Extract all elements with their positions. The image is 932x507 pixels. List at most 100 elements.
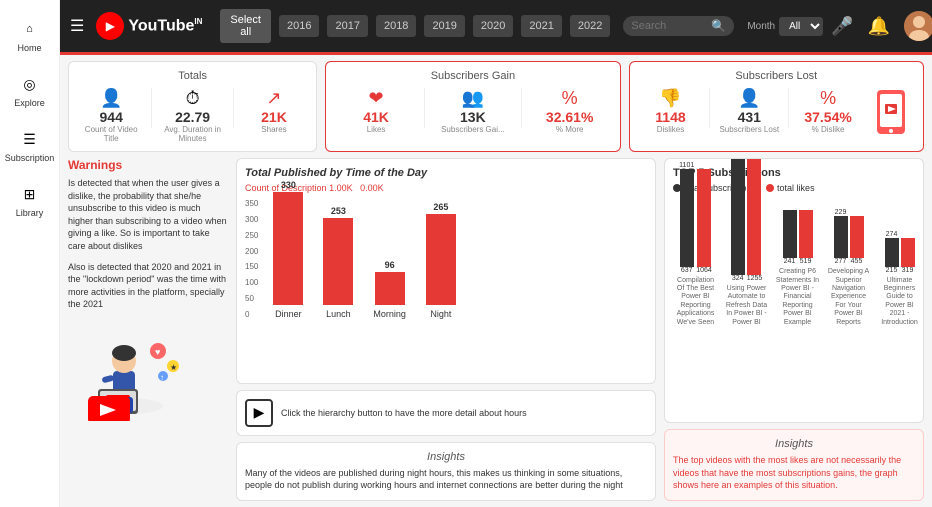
subs-gained-metric: 👥 13K Subscribers Gai... bbox=[431, 88, 515, 134]
sidebar: ⌂ Home ◎ Explore ☰ Subscription ⊞ Librar… bbox=[0, 0, 60, 507]
bar-group-night: 265 Night bbox=[426, 202, 456, 319]
divider6 bbox=[788, 88, 789, 128]
top5-bars-4: 274 215 319 bbox=[885, 231, 915, 274]
bar-Morning bbox=[375, 272, 405, 305]
divider4 bbox=[521, 88, 522, 128]
home-icon: ⌂ bbox=[19, 18, 41, 40]
hamburger-menu[interactable]: ☰ bbox=[70, 16, 84, 36]
avg-duration-metric: ⏱ 22.79 Avg. Duration in Minutes bbox=[158, 88, 226, 143]
sidebar-item-home[interactable]: ⌂ Home bbox=[0, 8, 59, 63]
bottom-row: Warnings Is detected that when the user … bbox=[68, 158, 924, 501]
likes-metric: ❤ 41K Likes bbox=[334, 88, 418, 134]
top5-red-3 bbox=[850, 216, 864, 258]
top5-label-3: Developing A Superior Navigation Experie… bbox=[826, 268, 871, 327]
top5-black-3 bbox=[834, 216, 848, 258]
top5-red-0 bbox=[697, 169, 711, 267]
subs-lost-metric: 👤 431 Subscribers Lost bbox=[716, 88, 782, 134]
yt-phone-decoration bbox=[867, 88, 915, 139]
shares-value: 21K bbox=[261, 109, 287, 125]
bar-value-Night: 265 bbox=[433, 202, 448, 212]
year-2018-button[interactable]: 2018 bbox=[376, 15, 416, 37]
top5-bars-1: 324 1170 1255 bbox=[731, 158, 763, 282]
bar-label-Dinner: Dinner bbox=[275, 309, 302, 319]
year-2021-button[interactable]: 2021 bbox=[521, 15, 561, 37]
bell-icon[interactable]: 🔔 bbox=[868, 16, 890, 37]
top-cards-row: Totals 👤 944 Count of Video Title ⏱ 22.7… bbox=[68, 61, 924, 152]
year-2022-button[interactable]: 2022 bbox=[570, 15, 610, 37]
year-2016-button[interactable]: 2016 bbox=[279, 15, 319, 37]
top5-black-2 bbox=[783, 210, 797, 258]
top5-bar-group-4: 274 215 319 Ultimate Beginners Guide to … bbox=[877, 231, 922, 327]
likes-label: Likes bbox=[367, 125, 386, 134]
right-insights-title: Insights bbox=[673, 438, 915, 450]
year-2019-button[interactable]: 2019 bbox=[424, 15, 464, 37]
dislike-pct-label: % Dislike bbox=[812, 125, 845, 134]
microphone-icon[interactable]: 🎤 bbox=[831, 16, 853, 37]
sidebar-item-explore[interactable]: ◎ Explore bbox=[0, 63, 59, 118]
library-icon: ⊞ bbox=[19, 183, 41, 205]
sidebar-item-library[interactable]: ⊞ Library bbox=[0, 173, 59, 228]
top5-red-4 bbox=[901, 238, 915, 267]
center-panels: Total Published by Time of the Day Count… bbox=[236, 158, 656, 501]
top5-black-1 bbox=[731, 159, 745, 275]
percent-icon: % bbox=[562, 88, 578, 109]
sidebar-label-home: Home bbox=[17, 43, 41, 53]
legend-label-likes: total likes bbox=[777, 183, 815, 193]
top5-bars-2: 241 519 bbox=[783, 210, 813, 265]
video-count-label: Count of Video Title bbox=[77, 125, 145, 143]
bottom-insights-card: Insights Many of the videos are publishe… bbox=[236, 442, 656, 501]
bar-label-Night: Night bbox=[430, 309, 451, 319]
bar-Dinner bbox=[273, 192, 303, 305]
bar-chart: 330 Dinner 253 Lunch 96 Morning 265 Nigh… bbox=[263, 199, 466, 319]
svg-text:♥: ♥ bbox=[155, 347, 160, 357]
legend-likes: total likes bbox=[766, 183, 815, 193]
bar-Night bbox=[426, 214, 456, 305]
sidebar-label-subscription: Subscription bbox=[5, 153, 55, 163]
month-select[interactable]: All bbox=[779, 17, 823, 36]
bar-Lunch bbox=[323, 218, 353, 305]
search-input[interactable] bbox=[631, 20, 711, 32]
sidebar-label-library: Library bbox=[16, 208, 44, 218]
top5-bar-group-0: 1101 637 1064 Compilation Of The Best Po… bbox=[673, 162, 718, 327]
sidebar-item-subscription[interactable]: ☰ Subscription bbox=[0, 118, 59, 173]
top5-bar-group-3: 229 277 455 Developing A Superior Naviga… bbox=[826, 209, 871, 327]
right-insights-text: The top videos with the most likes are n… bbox=[673, 454, 915, 492]
header-icons: 🎤 🔔 bbox=[831, 11, 932, 41]
year-2020-button[interactable]: 2020 bbox=[473, 15, 513, 37]
divider2 bbox=[233, 88, 234, 128]
warnings-panel: Warnings Is detected that when the user … bbox=[68, 158, 228, 501]
main-content: ☰ ▶ YouTubeIN Select all 2016 2017 2018 … bbox=[60, 0, 932, 507]
avatar[interactable] bbox=[904, 11, 932, 41]
video-info-text: Click the hierarchy button to have the m… bbox=[281, 407, 527, 420]
play-icon: ▶ bbox=[254, 404, 265, 421]
divider1 bbox=[151, 88, 152, 128]
subscription-icon: ☰ bbox=[19, 128, 41, 150]
year-2017-button[interactable]: 2017 bbox=[327, 15, 367, 37]
search-area[interactable]: 🔍 bbox=[623, 16, 734, 36]
video-count-value: 944 bbox=[100, 109, 123, 125]
logo-area: ▶ YouTubeIN bbox=[96, 12, 202, 40]
svg-text:★: ★ bbox=[170, 363, 177, 372]
shares-label: Shares bbox=[261, 125, 286, 134]
svg-text:↑: ↑ bbox=[160, 373, 164, 382]
user-plus-icon: 👥 bbox=[462, 88, 484, 109]
shares-metric: ↗ 21K Shares bbox=[240, 88, 308, 134]
avg-duration-label: Avg. Duration in Minutes bbox=[158, 125, 226, 143]
select-all-button[interactable]: Select all bbox=[220, 9, 271, 43]
video-count-metric: 👤 944 Count of Video Title bbox=[77, 88, 145, 143]
user-minus-icon: 👤 bbox=[738, 88, 760, 109]
divider3 bbox=[424, 88, 425, 128]
girl-illustration: ♥ ★ ↑ bbox=[68, 321, 228, 424]
top5-black-0 bbox=[680, 169, 694, 267]
search-icon: 🔍 bbox=[711, 19, 726, 33]
subs-lost-title: Subscribers Lost bbox=[638, 70, 915, 82]
top5-label-2: Creating P6 Statements In Power BI - Fin… bbox=[775, 268, 820, 327]
top5-label-1: Using Power Automate to Refresh Data In … bbox=[724, 285, 769, 327]
explore-icon: ◎ bbox=[19, 73, 41, 95]
play-button[interactable]: ▶ bbox=[245, 399, 273, 427]
bottom-insights-text: Many of the videos are published during … bbox=[245, 467, 647, 492]
dislikes-metric: 👎 1148 Dislikes bbox=[638, 88, 704, 134]
chart-wrapper: 350 300 250 200 150 100 50 0 330 bbox=[245, 199, 647, 319]
top5-bars-3: 229 277 455 bbox=[834, 209, 864, 265]
bar-label-Lunch: Lunch bbox=[326, 309, 351, 319]
